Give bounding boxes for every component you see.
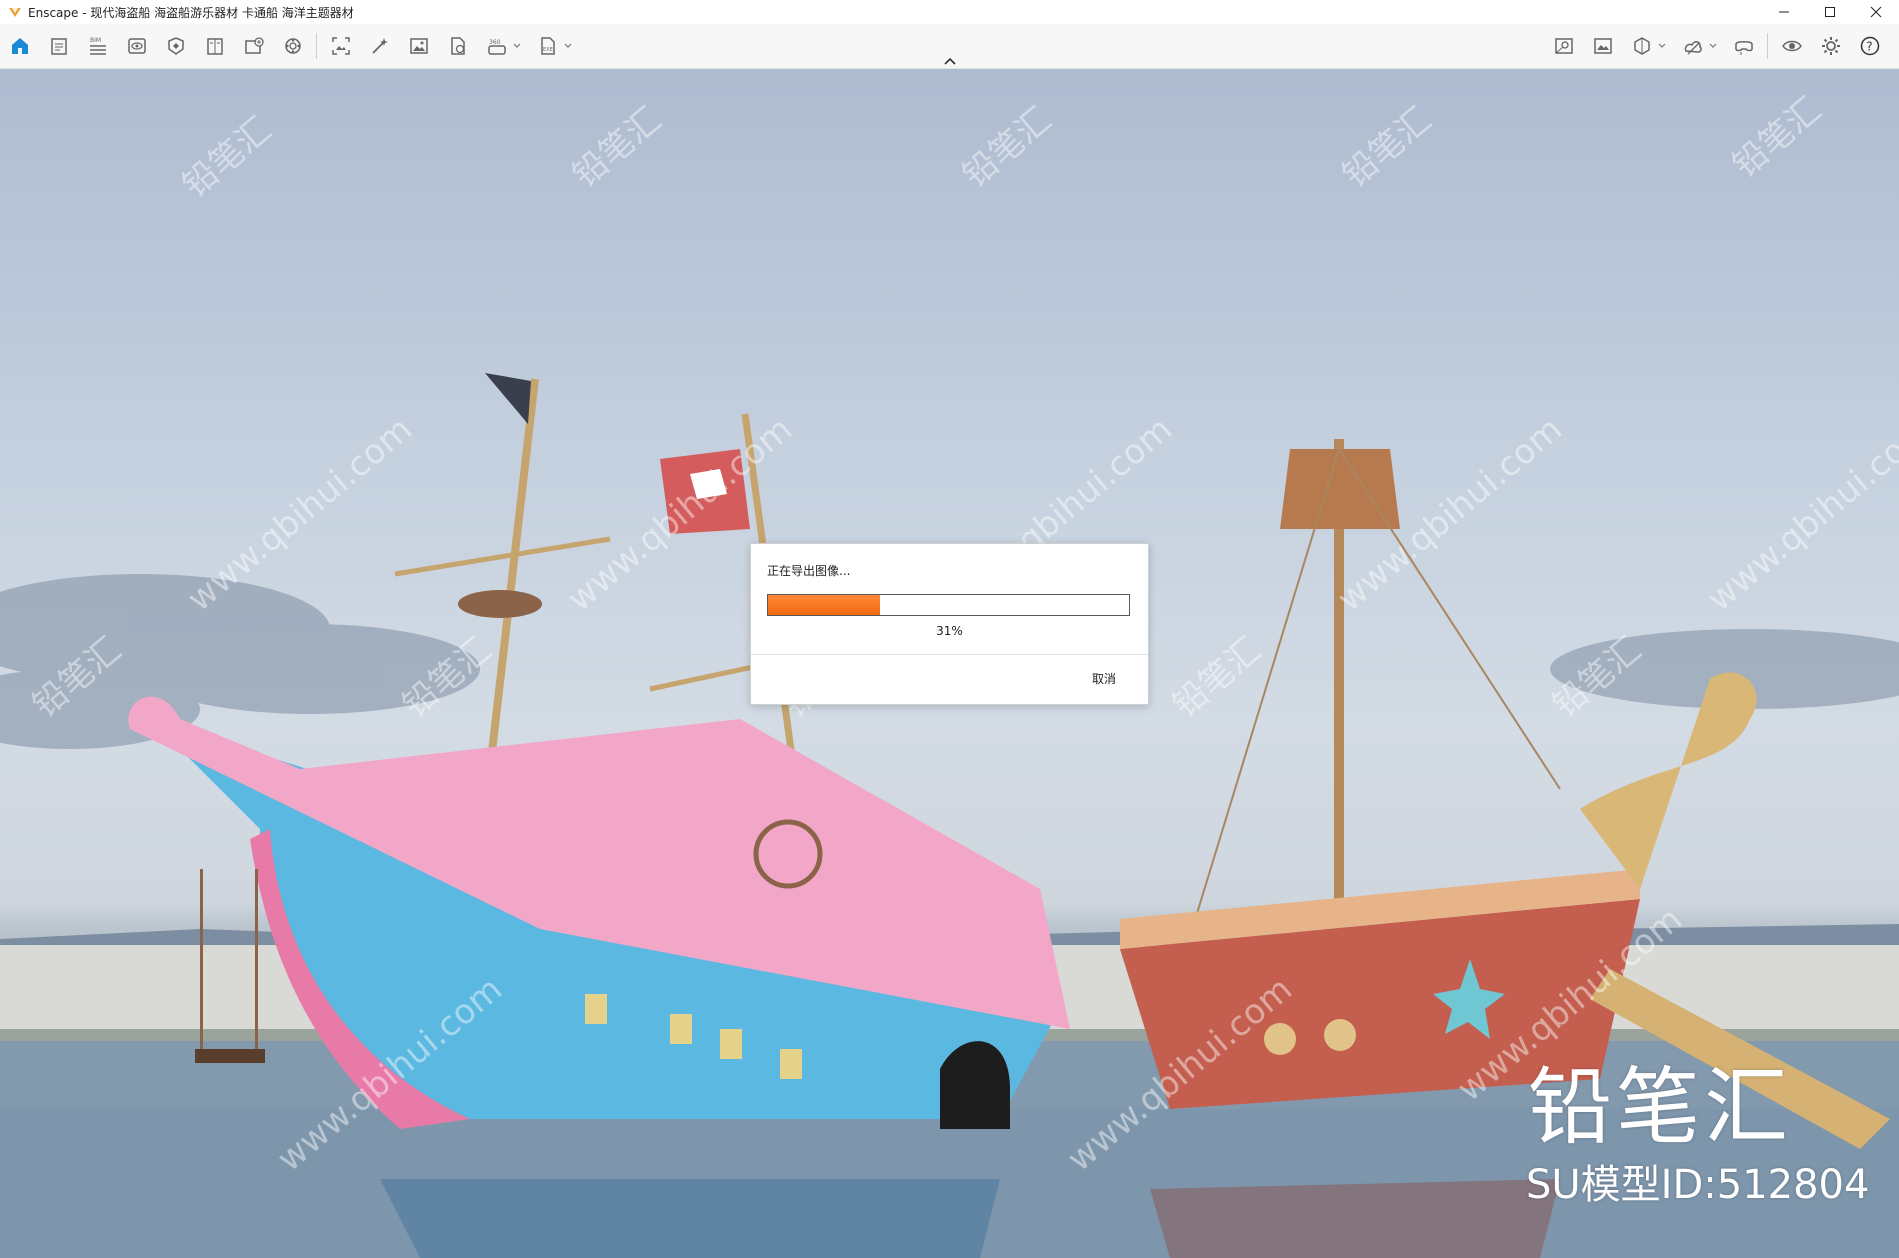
dialog-title: 正在导出图像...	[767, 564, 851, 578]
capture-icon	[245, 37, 264, 54]
bim-button[interactable]: BIM	[84, 32, 112, 60]
book-icon	[207, 38, 223, 55]
cube-icon	[1634, 37, 1650, 55]
progress-fill	[768, 595, 880, 615]
settings-wheel-icon	[285, 38, 301, 54]
image-settings-icon	[1594, 38, 1612, 54]
settings-wheel-button[interactable]	[279, 32, 307, 60]
map-button[interactable]	[1550, 32, 1578, 60]
dialog-divider	[751, 654, 1148, 655]
close-icon	[1870, 6, 1882, 18]
home-button[interactable]	[6, 32, 34, 60]
notes-button[interactable]	[45, 32, 73, 60]
toolbar-separator	[316, 33, 317, 59]
doc-export-button[interactable]	[444, 32, 472, 60]
toolbar-right-group: ?	[1550, 32, 1895, 60]
water-reflections	[380, 1179, 1560, 1258]
cloud-dropdown-button[interactable]	[1708, 32, 1718, 60]
batch-render-icon	[372, 38, 388, 54]
vr-headset-icon	[1735, 41, 1753, 55]
minimize-icon	[1779, 11, 1789, 13]
maximize-icon	[1825, 7, 1835, 17]
image-settings-button[interactable]	[1589, 32, 1617, 60]
cancel-button[interactable]: 取消	[1092, 670, 1116, 687]
exe-dropdown-button[interactable]	[563, 32, 573, 60]
close-button[interactable]	[1853, 0, 1899, 24]
export-progress-dialog: 正在导出图像... 31% 取消	[750, 543, 1149, 705]
export-progress-bar	[767, 594, 1130, 616]
panorama-360-icon: 360	[488, 39, 506, 55]
exe-export-icon: EXE	[541, 37, 555, 55]
progress-percent-label: 31%	[936, 624, 963, 638]
visual-settings-icon	[1782, 40, 1802, 52]
chevron-down-icon	[1658, 43, 1666, 48]
vr-headset-button[interactable]	[1730, 32, 1758, 60]
brand-watermark: 铅笔汇	[1528, 1058, 1793, 1156]
svg-text:EXE: EXE	[543, 47, 553, 53]
view-button[interactable]	[123, 32, 151, 60]
help-button[interactable]: ?	[1856, 32, 1884, 60]
cube-dropdown-button[interactable]	[1657, 32, 1667, 60]
book-button[interactable]	[201, 32, 229, 60]
svg-text:360: 360	[489, 39, 501, 46]
panorama-dropdown-button[interactable]	[512, 32, 522, 60]
window-controls	[1761, 0, 1899, 24]
cloud-upload-button[interactable]	[1679, 32, 1707, 60]
screenshot-icon	[332, 37, 350, 55]
svg-text:?: ?	[1866, 40, 1872, 54]
bim-icon: BIM	[90, 37, 106, 55]
visual-settings-button[interactable]	[1778, 32, 1806, 60]
gear-button[interactable]	[1817, 32, 1845, 60]
asset-library-button[interactable]	[162, 32, 190, 60]
chevron-down-icon	[513, 43, 521, 48]
chevron-down-icon	[564, 43, 572, 48]
cube-button[interactable]	[1628, 32, 1656, 60]
collapse-toolbar-chevron-up-icon[interactable]	[940, 55, 960, 67]
model-id-label: SU模型ID:512804	[1526, 1162, 1870, 1208]
asset-library-icon	[168, 37, 184, 55]
image-button[interactable]	[405, 32, 433, 60]
toolbar-left-group: BIM 360 EXE	[6, 32, 585, 60]
home-icon	[12, 38, 28, 54]
window-title: Enscape - 现代海盗船 海盗船游乐器材 卡通船 海洋主题器材	[28, 5, 354, 20]
exe-export-button[interactable]: EXE	[534, 32, 562, 60]
screenshot-button[interactable]	[327, 32, 355, 60]
enscape-logo-icon	[9, 8, 21, 17]
capture-button[interactable]	[240, 32, 268, 60]
svg-text:BIM: BIM	[90, 37, 101, 44]
toolbar-separator	[1767, 33, 1768, 59]
map-icon	[1555, 38, 1573, 54]
chevron-down-icon	[1709, 43, 1717, 48]
cloud-upload-icon	[1684, 41, 1702, 55]
image-icon	[410, 38, 428, 54]
maximize-button[interactable]	[1807, 0, 1853, 24]
help-icon: ?	[1860, 36, 1880, 56]
notes-icon	[51, 38, 67, 55]
batch-render-button[interactable]	[366, 32, 394, 60]
minimize-button[interactable]	[1761, 0, 1807, 24]
panorama-360-button[interactable]: 360	[483, 32, 511, 60]
view-icon	[128, 38, 146, 54]
doc-export-icon	[451, 37, 465, 55]
title-bar: Enscape - 现代海盗船 海盗船游乐器材 卡通船 海洋主题器材	[0, 0, 1899, 24]
gear-icon	[1822, 37, 1840, 55]
